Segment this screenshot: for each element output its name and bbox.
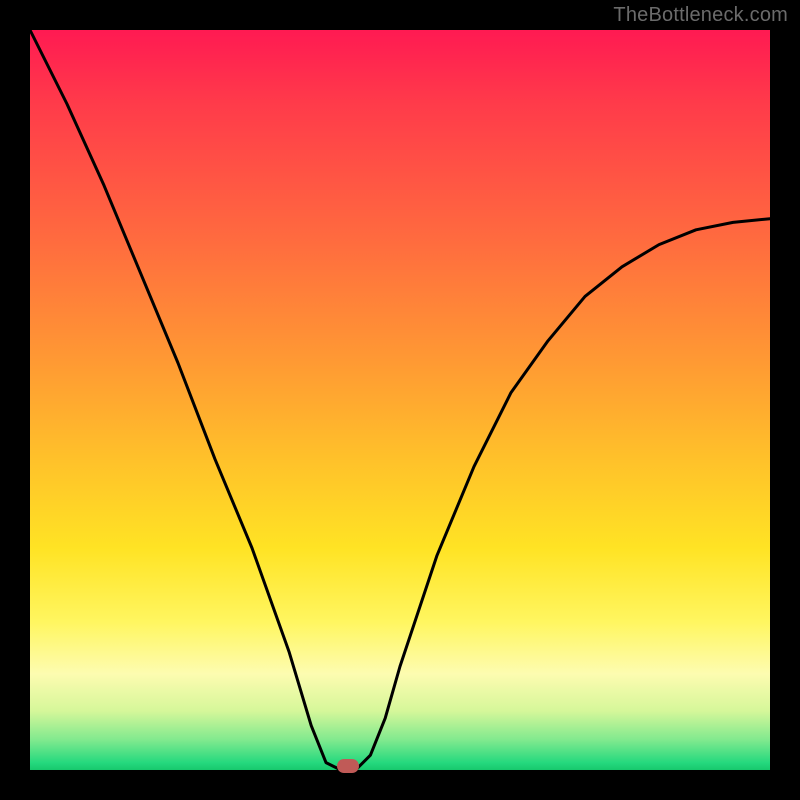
curve-path <box>30 30 770 770</box>
optimal-point-marker <box>337 759 359 773</box>
chart-frame: TheBottleneck.com <box>0 0 800 800</box>
plot-outer <box>30 30 770 770</box>
bottleneck-curve <box>30 30 770 770</box>
watermark-text: TheBottleneck.com <box>613 4 788 27</box>
